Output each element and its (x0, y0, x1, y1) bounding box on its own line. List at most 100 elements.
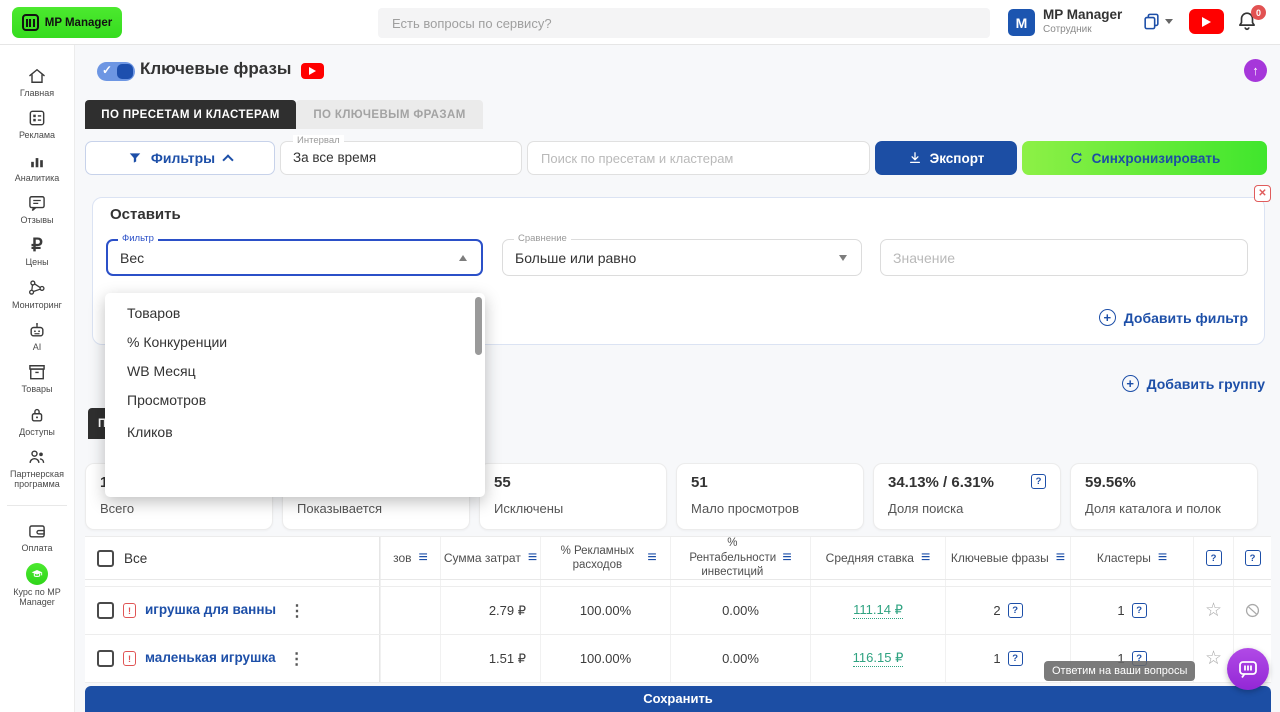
sort-icon[interactable]: ≡ (419, 549, 428, 567)
sidebar-item-analytics[interactable]: Аналитика (1, 146, 73, 188)
dropdown-option-wb-month[interactable]: WB Месяц (107, 356, 483, 385)
sidebar-item-course[interactable]: Курс по MP Manager (1, 558, 73, 613)
barcode-icon (22, 14, 39, 31)
graduation-cap-icon (26, 563, 48, 585)
close-icon[interactable]: ✕ (1254, 185, 1271, 202)
sort-icon[interactable]: ≡ (647, 549, 656, 567)
stat-card-excluded: 55 Исключены (479, 463, 667, 530)
lock-icon (27, 405, 47, 425)
dropdown-option-klikov[interactable]: Кликов (107, 417, 483, 446)
help-icon[interactable]: ? (1031, 474, 1046, 489)
chat-tooltip: Ответим на ваши вопросы (1044, 661, 1195, 681)
sidebar-item-prices[interactable]: ₽ Цены (1, 230, 73, 272)
app-root: MP Manager M MP Manager Сотрудник 0 Глав… (0, 0, 1280, 712)
sidebar-item-partners[interactable]: Партнерская программа (1, 442, 73, 495)
dropdown-scrollbar[interactable] (475, 297, 482, 355)
sidebar-item-ai[interactable]: AI (1, 315, 73, 357)
export-button[interactable]: Экспорт (875, 141, 1017, 175)
row-menu-button[interactable]: ⋮ (285, 601, 309, 621)
sidebar-item-access[interactable]: Доступы (1, 400, 73, 442)
col-clusters-label: Кластеры (1097, 551, 1151, 565)
stat-card-catalog-share: 59.56% Доля каталога и полок (1070, 463, 1258, 530)
sort-icon[interactable]: ≡ (782, 549, 791, 567)
check-icon: ✓ (102, 63, 112, 77)
filter-field-select[interactable]: Вес (106, 239, 483, 276)
sort-icon[interactable]: ≡ (921, 549, 930, 567)
help-icon[interactable]: ? (1245, 550, 1261, 566)
notification-badge: 0 (1251, 5, 1266, 20)
logo-button[interactable]: MP Manager (12, 7, 122, 38)
toggle-knob (117, 64, 133, 79)
sort-icon[interactable]: ≡ (528, 549, 537, 567)
sidebar-item-ads[interactable]: Реклама (1, 103, 73, 145)
people-icon (27, 447, 47, 467)
warning-icon: ! (123, 603, 136, 618)
select-all-label: Все (124, 551, 147, 566)
sidebar-item-reviews[interactable]: Отзывы (1, 188, 73, 230)
chat-bubble-icon (1236, 657, 1260, 681)
save-button[interactable]: Сохранить (85, 686, 1271, 712)
dropdown-option-tovarov[interactable]: Товаров (107, 298, 483, 327)
sidebar-item-monitoring[interactable]: Мониторинг (1, 273, 73, 315)
chat-button[interactable] (1227, 648, 1269, 690)
sidebar-item-payment[interactable]: Оплата (1, 516, 73, 558)
row-checkbox[interactable] (97, 602, 114, 619)
sync-button[interactable]: Синхронизировать (1022, 141, 1267, 175)
avg-bid-link[interactable]: 116.15 ₽ (853, 650, 904, 667)
youtube-button[interactable] (1189, 9, 1224, 34)
value-input[interactable] (880, 239, 1248, 276)
sidebar-item-products[interactable]: Товары (1, 357, 73, 399)
favorite-star-icon[interactable]: ☆ (1205, 647, 1222, 670)
filter-field-label: Фильтр (118, 233, 158, 244)
chat-icon (27, 193, 47, 213)
triangle-up-icon (459, 255, 467, 261)
preset-link[interactable]: игрушка для ванны (145, 602, 276, 618)
help-icon[interactable]: ? (1008, 651, 1023, 666)
help-icon[interactable]: ? (1008, 603, 1023, 618)
col-phrases-label: Ключевые фразы (951, 551, 1049, 565)
home-icon (27, 66, 47, 86)
help-icon[interactable]: ? (1206, 550, 1222, 566)
add-group-link[interactable]: + Добавить группу (1122, 375, 1265, 392)
row-menu-button[interactable]: ⋮ (285, 649, 309, 669)
add-filter-link[interactable]: + Добавить фильтр (1099, 309, 1248, 326)
sort-icon[interactable]: ≡ (1158, 549, 1167, 567)
dropdown-option-konkurencii[interactable]: % Конкуренции (107, 327, 483, 356)
avatar[interactable]: M (1008, 9, 1035, 36)
title-youtube-icon[interactable] (301, 63, 324, 79)
warning-icon: ! (123, 651, 136, 666)
notifications-button[interactable]: 0 (1236, 10, 1262, 36)
table-row: ! игрушка для ванны ⋮ 2.79 ₽ 100.00% 0.0… (85, 587, 1271, 635)
col-cost-label: Сумма затрат (444, 551, 521, 565)
select-all-checkbox[interactable] (97, 550, 114, 567)
account-switcher[interactable] (1142, 12, 1173, 31)
top-header: MP Manager M MP Manager Сотрудник 0 (0, 0, 1280, 45)
scroll-top-button[interactable]: ↑ (1244, 59, 1267, 82)
col-ad-share-label: % Рекламных расходов (554, 544, 640, 573)
user-role: Сотрудник (1043, 24, 1092, 35)
avg-bid-link[interactable]: 111.14 ₽ (853, 602, 903, 619)
play-icon (1202, 17, 1211, 27)
bar-chart-icon (27, 151, 47, 171)
ads-icon (27, 108, 47, 128)
tab-presets-clusters[interactable]: ПО ПРЕСЕТАМ И КЛАСТЕРАМ (85, 100, 296, 129)
robot-icon (27, 320, 47, 340)
preset-link[interactable]: маленькая игрушка (145, 650, 276, 666)
favorite-star-icon[interactable]: ☆ (1205, 599, 1222, 622)
ruble-icon: ₽ (31, 235, 42, 255)
tab-keyword-phrases[interactable]: ПО КЛЮЧЕВЫМ ФРАЗАМ (296, 100, 483, 129)
help-search-input[interactable] (378, 8, 990, 38)
plus-circle-icon: + (1099, 309, 1116, 326)
row-checkbox[interactable] (97, 650, 114, 667)
filter-options-dropdown: Вес Товаров % Конкуренции WB Месяц Просм… (105, 293, 485, 497)
dropdown-option-prosmotrov[interactable]: Просмотров (107, 385, 483, 414)
help-icon[interactable]: ? (1132, 603, 1147, 618)
sidebar-item-home[interactable]: Главная (1, 61, 73, 103)
box-icon (27, 362, 47, 382)
filters-button[interactable]: Фильтры (85, 141, 275, 175)
comparison-select[interactable]: Больше или равно (502, 239, 862, 276)
sort-icon[interactable]: ≡ (1056, 549, 1065, 567)
presets-search-input[interactable] (527, 141, 870, 175)
keyword-phrases-toggle[interactable]: ✓ (97, 62, 135, 81)
block-icon[interactable] (1243, 601, 1262, 620)
